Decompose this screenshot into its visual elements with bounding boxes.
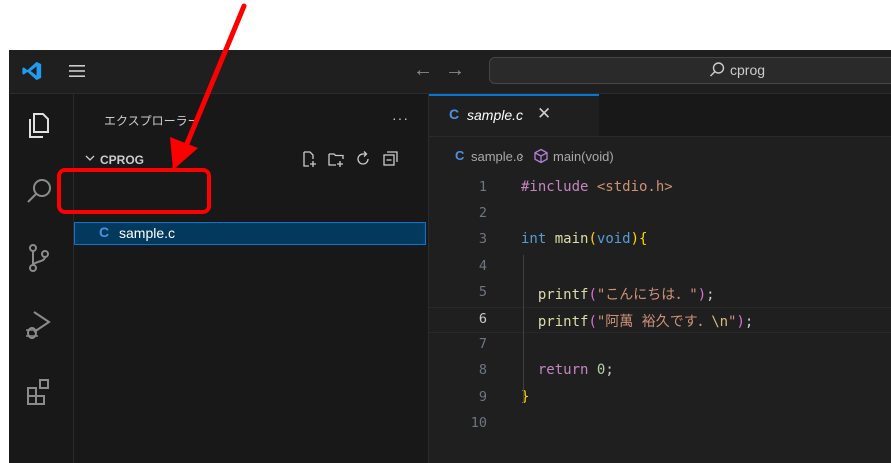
code-token: #include <box>521 179 597 195</box>
tab-label: sample.c <box>467 107 524 123</box>
indent-guide <box>523 255 524 403</box>
line-number: 3 <box>478 231 487 248</box>
c-file-icon: C <box>449 106 460 122</box>
close-icon[interactable]: ✕ <box>537 104 551 124</box>
code-token: ( <box>588 286 597 303</box>
line-number: 1 <box>478 179 487 195</box>
line-number: 9 <box>478 388 487 405</box>
code-text: int main(void){ <box>521 231 647 247</box>
code-line[interactable]: 8 return 0; <box>429 359 891 385</box>
code-token: ) <box>630 231 640 248</box>
line-number: 5 <box>478 283 487 300</box>
search-text: cprog <box>730 62 766 78</box>
code-line[interactable]: 1 #include <stdio.h> <box>429 176 891 202</box>
search-icon <box>710 62 725 77</box>
code-token: ) <box>697 286 707 303</box>
run-debug-icon[interactable] <box>21 306 57 342</box>
tab-sample-c[interactable]: C sample.c ✕ <box>429 94 599 136</box>
code-text: #include <stdio.h> <box>521 179 673 195</box>
line-number: 7 <box>478 336 487 353</box>
file-name: sample.c <box>119 225 176 241</box>
code-token: \n <box>711 314 729 330</box>
title-bar: ← → cprog <box>9 50 891 94</box>
code-line[interactable]: 5 printf("こんにちは．"); <box>429 281 891 307</box>
code-token: ( <box>588 231 597 248</box>
sidebar-title: エクスプローラー <box>104 114 200 128</box>
code-line[interactable]: 9} <box>429 386 891 412</box>
editor-tab-bar: C sample.c ✕ <box>429 94 891 137</box>
c-file-icon: C <box>455 148 465 163</box>
file-item-sample-c[interactable]: C sample.c <box>74 222 426 245</box>
method-icon <box>534 148 548 164</box>
new-file-icon[interactable] <box>300 150 318 168</box>
code-token: printf <box>537 314 589 330</box>
command-center-search[interactable]: cprog <box>489 57 891 84</box>
activity-bar <box>9 94 74 463</box>
code-line[interactable]: 6 printf("阿萬 裕久です．\n"); <box>429 307 891 333</box>
c-file-icon: C <box>99 224 110 240</box>
code-token: main <box>554 231 589 248</box>
new-folder-icon[interactable] <box>327 150 345 168</box>
more-actions-icon[interactable]: ··· <box>392 110 409 126</box>
chevron-down-icon[interactable] <box>84 152 96 164</box>
code-token: <stdio.h> <box>596 179 673 195</box>
extensions-icon[interactable] <box>21 374 57 410</box>
code-token: int <box>521 231 547 248</box>
arrow-right-icon[interactable]: → <box>445 58 465 82</box>
code-token: { <box>639 231 648 248</box>
line-number: 10 <box>470 414 487 431</box>
line-number: 8 <box>478 362 487 379</box>
source-control-icon[interactable] <box>21 240 57 276</box>
hamburger-menu-icon[interactable] <box>67 62 87 80</box>
code-line[interactable]: 3 int main(void){ <box>429 228 891 254</box>
line-number: 6 <box>478 311 487 327</box>
code-line[interactable]: 2 <box>429 202 891 228</box>
code-token: void <box>596 231 631 248</box>
code-line[interactable]: 4 <box>429 255 891 281</box>
breadcrumb-separator: › <box>519 147 524 163</box>
code-token: ; <box>706 286 715 303</box>
code-token: "こんにちは．" <box>596 286 698 303</box>
search-icon[interactable] <box>21 174 57 210</box>
files-icon[interactable] <box>21 108 57 144</box>
project-name: CPROG <box>100 153 145 167</box>
vscode-logo-icon <box>22 61 42 81</box>
code-text: return 0; <box>521 362 614 378</box>
arrow-left-icon[interactable]: ← <box>413 58 433 82</box>
code-text: printf("阿萬 裕久です．\n"); <box>521 311 754 331</box>
code-token: ( <box>588 314 597 330</box>
code-token: ; <box>605 362 614 379</box>
breadcrumb-function[interactable]: main(void) <box>553 149 614 164</box>
code-token: return <box>537 362 589 379</box>
code-token: "阿萬 裕久です． <box>596 314 712 330</box>
explorer-sidebar: エクスプローラー ··· CPROG C sample.c <box>74 94 429 463</box>
collapse-all-icon[interactable] <box>381 150 399 168</box>
vscode-window: ← → cprog エクスプローラー ··· CPROG C sample.c … <box>9 50 891 463</box>
red-highlight-box <box>57 168 211 214</box>
breadcrumb-file[interactable]: sample.c <box>471 149 523 164</box>
code-token: ) <box>736 314 745 330</box>
code-token: ; <box>744 314 754 330</box>
code-line[interactable]: 10 <box>429 412 891 438</box>
code-line[interactable]: 7 <box>429 333 891 359</box>
code-text: printf("こんにちは．"); <box>521 284 715 304</box>
code-token: printf <box>537 286 589 303</box>
refresh-icon[interactable] <box>354 150 372 168</box>
line-number: 2 <box>478 205 487 222</box>
line-number: 4 <box>478 257 487 274</box>
